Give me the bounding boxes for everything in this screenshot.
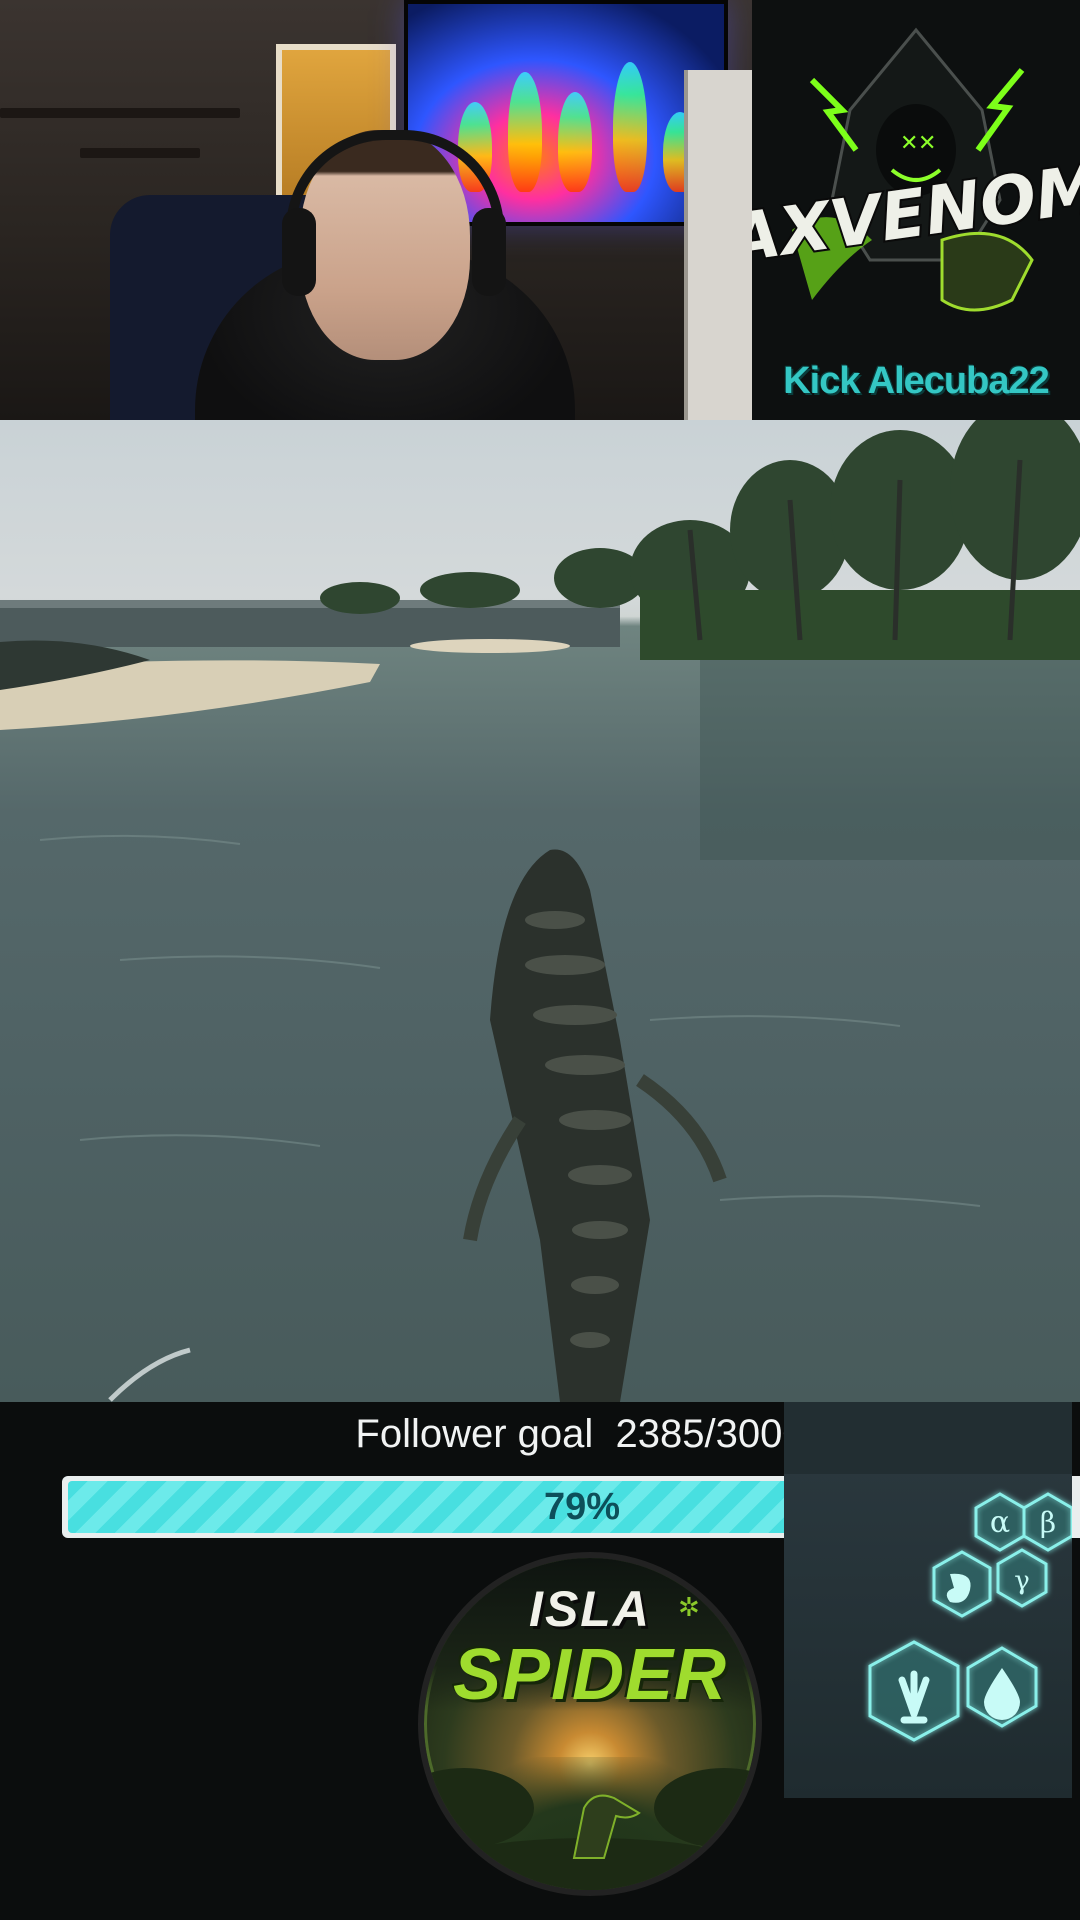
svg-text:α: α bbox=[990, 1505, 1010, 1540]
channel-handle: Kick Alecuba22 bbox=[783, 360, 1050, 402]
cabinet bbox=[684, 70, 752, 420]
badge-title-line1: ISLA bbox=[529, 1581, 651, 1637]
svg-text:✕: ✕ bbox=[900, 131, 918, 156]
follower-goal-count: 2385/3000 bbox=[615, 1412, 805, 1456]
svg-text:γ: γ bbox=[1014, 1566, 1030, 1596]
svg-text:✕: ✕ bbox=[918, 131, 936, 156]
crocodile bbox=[463, 849, 727, 1402]
headset-earcup-left bbox=[282, 208, 316, 296]
brand-panel: ✕ ✕ AXVENOM Kick Alecuba22 bbox=[752, 0, 1080, 420]
swamp-scene bbox=[0, 420, 1080, 1402]
follower-goal-label: Follower goal bbox=[355, 1412, 594, 1456]
badge-title-line2: SPIDER bbox=[452, 1635, 728, 1715]
headset-earcup-right bbox=[472, 208, 506, 296]
isla-spider-badge: ✲ ISLA SPIDER bbox=[418, 1552, 762, 1896]
wall-shelf bbox=[80, 148, 200, 158]
webcam-feed bbox=[0, 0, 752, 420]
game-view bbox=[0, 420, 1080, 1402]
axvenom-logo: ✕ ✕ AXVENOM bbox=[752, 27, 1080, 312]
svg-text:β: β bbox=[1040, 1506, 1056, 1539]
wall-shelf bbox=[0, 108, 240, 118]
hex-cluster: α β γ bbox=[868, 1492, 1072, 1742]
mini-hud-panel: α β γ bbox=[784, 1402, 1072, 1798]
